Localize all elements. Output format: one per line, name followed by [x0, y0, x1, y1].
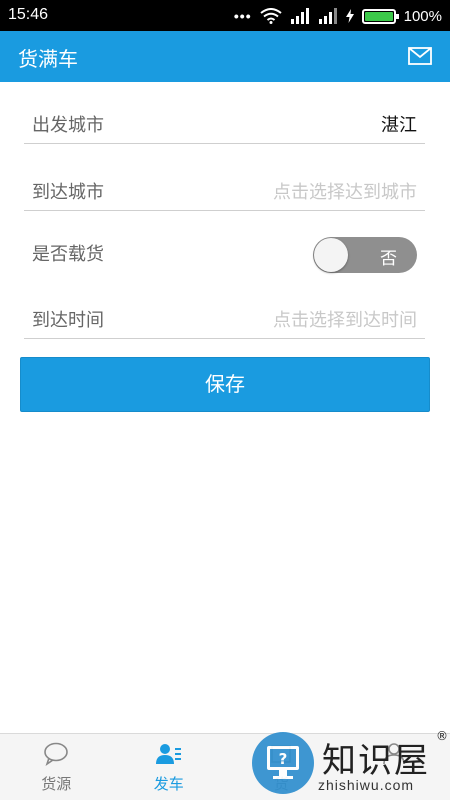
status-time: 15:46: [8, 6, 49, 23]
more-dots-icon: •••: [233, 8, 252, 24]
nav-item-cargo-source[interactable]: 货源: [0, 734, 113, 800]
loaded-label: 是否载货: [32, 244, 104, 265]
arrival-time-label: 到达时间: [32, 310, 104, 331]
loaded-row: 是否载货 否: [24, 233, 425, 279]
arrival-city-label: 到达城市: [32, 182, 104, 203]
signal-icon-2: [318, 8, 337, 24]
loaded-toggle[interactable]: 否: [313, 237, 417, 273]
departure-city-label: 出发城市: [32, 115, 104, 136]
status-bar: 15:46 ••• 100%: [0, 0, 450, 31]
battery-percent: 100%: [403, 7, 442, 25]
watermark-text: 知识屋: [322, 741, 430, 781]
arrival-time-field[interactable]: 到达时间 点击选择到达时间: [24, 293, 425, 339]
toggle-state-text: 否: [380, 249, 397, 269]
nav-label-cargo-source: 货源: [41, 775, 72, 793]
wifi-icon: [260, 8, 282, 24]
mail-icon[interactable]: [408, 47, 432, 65]
app-header: 货满车: [0, 31, 450, 82]
nav-item-dispatch[interactable]: 发车: [113, 734, 226, 800]
monitor-question-icon: ?: [267, 746, 299, 779]
arrival-time-placeholder: 点击选择到达时间: [273, 310, 417, 331]
watermark-url: zhishiwu.com: [318, 777, 415, 793]
save-button[interactable]: 保存: [20, 357, 430, 412]
battery-icon: [361, 8, 399, 24]
charging-icon: [345, 9, 354, 23]
signal-icon: [290, 8, 309, 24]
status-icons: ••• 100%: [234, 5, 442, 27]
nav-label-dispatch: 发车: [153, 775, 184, 793]
departure-city-value: 湛江: [381, 115, 417, 136]
watermark-registered-mark: ®: [436, 729, 448, 743]
watermark-logo: ?: [252, 732, 314, 794]
person-list-icon: [155, 744, 181, 764]
arrival-city-placeholder: 点击选择达到城市: [273, 182, 417, 203]
arrival-city-field[interactable]: 到达城市 点击选择达到城市: [24, 165, 425, 211]
chat-bubble-icon: [44, 742, 69, 766]
svg-text:?: ?: [279, 750, 288, 768]
toggle-knob: [314, 238, 348, 272]
watermark: ? 知识屋 ® zhishiwu.com: [248, 727, 450, 800]
departure-city-field[interactable]: 出发城市 湛江: [24, 98, 425, 144]
page-title: 货满车: [18, 47, 78, 71]
